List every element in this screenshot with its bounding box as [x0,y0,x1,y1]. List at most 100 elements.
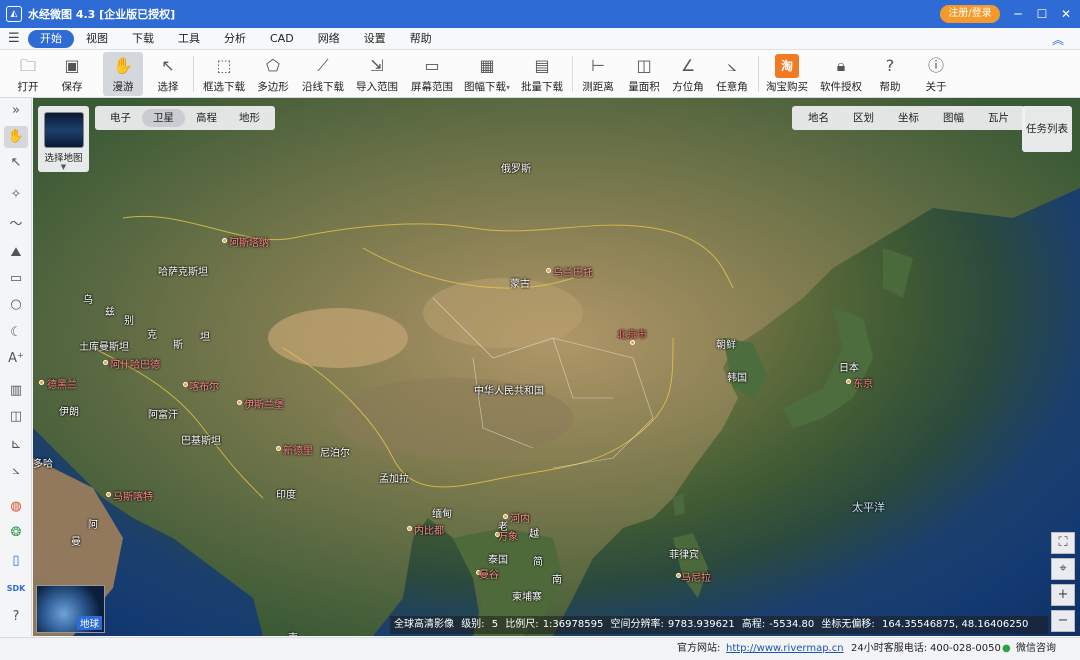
task-list-button[interactable]: 任务列表 [1022,106,1072,152]
label-skorea: 韩国 [727,373,747,384]
wechat-consult-button[interactable]: 微信咨询 [1016,638,1056,660]
save-button[interactable]: ▣ 保存 [52,52,92,96]
angle-tool-icon[interactable]: ⦣ [4,460,28,482]
crescent-tool-icon[interactable]: ☾ [4,322,28,344]
menu-tools[interactable]: 工具 [166,30,212,48]
polygon-download-button[interactable]: ⬠ 多边形 [252,52,294,96]
city-dot [546,268,551,273]
viet-char-2: 南 [552,575,562,586]
ruler-tool-icon[interactable]: ▥ [4,380,28,402]
label-turkmen: 土库曼斯坦 [79,342,129,353]
pan-button[interactable]: ✋ 漫游 [103,52,143,96]
azimuth-button[interactable]: ∠ 方位角 [668,52,708,96]
map-view[interactable]: 俄罗斯 哈萨克斯坦 蒙古 中华人民共和国 乌兰巴托 阿斯塔纳 北京市 朝鲜 韩国… [33,98,1080,636]
measure-distance-button[interactable]: ⊢ 测距离 [578,52,618,96]
taobao-buy-button[interactable]: 淘淘宝购买 [764,52,810,96]
site-link[interactable]: http://www.rivermap.cn [726,638,844,660]
plugin-tool-icon[interactable]: ❂ [4,522,28,544]
help-icon: ? [885,56,895,75]
help-circle-icon[interactable]: ? [4,606,28,628]
locate-icon[interactable]: ⌖ [1051,558,1075,580]
uz-char-3: 别 [124,316,134,327]
pointer-icon: ↖ [161,56,175,75]
overlay-tiles[interactable]: 瓦片 [976,109,1021,127]
register-login-button[interactable]: 注册/登录 [940,5,1000,23]
area-measure-tool-icon[interactable]: ◫ [4,406,28,428]
azimuth-tool-icon[interactable]: ⊾ [4,434,28,456]
satellite-imagery [33,98,1080,636]
rect-download-icon: ⬚ [216,56,232,75]
map-type-electronic[interactable]: 电子 [99,109,142,127]
globe-switch[interactable]: 地球 [36,585,105,633]
menu-network[interactable]: 网络 [306,30,352,48]
any-angle-button[interactable]: ⦣ 任意角 [712,52,752,96]
overlay-coordinates[interactable]: 坐标 [886,109,931,127]
expand-panel-icon[interactable]: » [4,100,28,122]
polyline-tool-icon[interactable]: 〜 [4,214,28,236]
mobile-tool-icon[interactable]: ▯ [4,550,28,572]
globe-tool-icon[interactable]: ◍ [4,496,28,518]
hand-tool-icon[interactable]: ✋ [4,126,28,148]
map-type-terrain[interactable]: 地形 [228,109,271,127]
uz-char-1: 乌 [83,295,93,306]
import-range-button[interactable]: ⇲ 导入范围 [353,52,401,96]
city-dot [183,382,188,387]
zoom-out-button[interactable]: − [1051,610,1075,632]
license-button[interactable]: 🔒︎ 软件授权 [818,52,864,96]
label-mongolia: 蒙古 [510,279,530,290]
window-title: 水经微图 4.3 [企业版已授权] [28,8,176,21]
map-type-elevation[interactable]: 高程 [185,109,228,127]
screen-range-button[interactable]: ▭ 屏幕范围 [408,52,456,96]
overlay-placenames[interactable]: 地名 [796,109,841,127]
menu-start[interactable]: 开始 [28,29,74,48]
fullscreen-icon[interactable]: ⛶ [1051,532,1075,554]
wechat-icon: ● [1002,643,1011,654]
label-srilanka-partial: 柬 [288,629,298,636]
rectangle-tool-icon[interactable]: ▭ [4,268,28,290]
label-ashgabat: 阿什哈巴德 [110,360,160,371]
menu-view[interactable]: 视图 [74,30,120,48]
maximize-icon[interactable]: ☐ [1032,4,1052,24]
pin-tool-icon[interactable]: ✧ [4,184,28,206]
menu-help[interactable]: 帮助 [398,30,444,48]
label-kazakhstan: 哈萨克斯坦 [158,267,208,278]
label-nepal: 尼泊尔 [320,448,350,459]
help-button[interactable]: ? 帮助 [870,52,910,96]
map-type-satellite[interactable]: 卫星 [142,109,185,127]
menu-cad[interactable]: CAD [258,30,306,48]
menu-settings[interactable]: 设置 [352,30,398,48]
overlay-districts[interactable]: 区划 [841,109,886,127]
label-pacific: 太平洋 [852,501,885,514]
map-info-bar: 全球高清影像 级别: 5 比例尺: 1:36978595 空间分辨率: 9783.9… [390,616,1048,634]
pointer-tool-icon[interactable]: ↖ [4,152,28,174]
collapse-ribbon-icon[interactable]: ︽ [1052,31,1064,48]
label-muscat: 马斯喀特 [113,492,153,503]
close-icon[interactable]: ✕ [1056,4,1076,24]
overlay-sheets[interactable]: 图幅 [931,109,976,127]
label-myanmar: 缅甸 [432,509,452,520]
uz-char-2: 兹 [105,307,115,318]
area-tool-icon[interactable]: ⛰ [4,242,28,264]
measure-area-button[interactable]: ◫ 量面积 [624,52,664,96]
select-button[interactable]: ↖ 选择 [148,52,188,96]
sheet-download-button[interactable]: ▦ 图幅下载▾ [462,52,512,96]
map-selector[interactable]: 选择地图 ▼ [38,106,89,172]
text-tool-icon[interactable]: A⁺ [4,348,28,370]
minimize-icon[interactable]: ─ [1008,4,1028,24]
hamburger-icon[interactable]: ☰ [8,31,28,46]
menu-analysis[interactable]: 分析 [212,30,258,48]
rect-download-button[interactable]: ⬚ 框选下载 [200,52,248,96]
line-download-button[interactable]: ⟋ 沿线下载 [298,52,348,96]
open-button[interactable]: 🗀 打开 [8,52,48,96]
circle-tool-icon[interactable]: ○ [4,294,28,316]
sdk-icon[interactable]: SDK [4,578,28,600]
batch-download-button[interactable]: ▤ 批量下载 [518,52,566,96]
import-icon: ⇲ [370,56,384,75]
label-islamabad: 伊斯兰堡 [244,400,284,411]
about-button[interactable]: ⓘ 关于 [916,52,956,96]
label-beijing: 北京市 [617,330,647,341]
city-dot [106,492,111,497]
elevation-label: 高程: [741,619,766,630]
zoom-in-button[interactable]: + [1051,584,1075,606]
menu-download[interactable]: 下载 [120,30,166,48]
